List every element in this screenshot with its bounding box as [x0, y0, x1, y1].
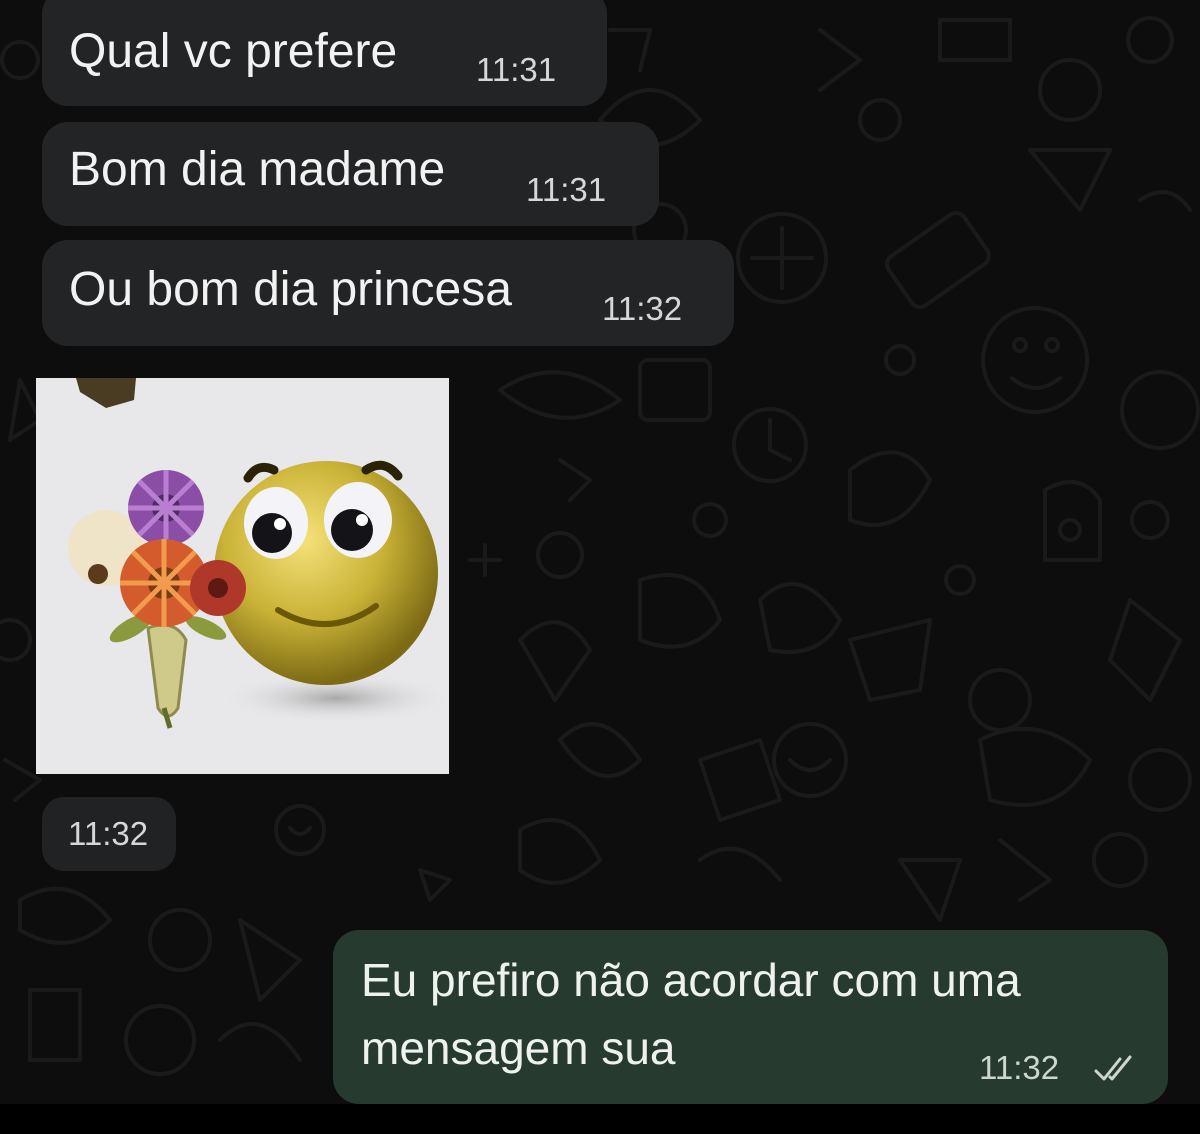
- message-text-line: mensagem sua: [361, 1022, 676, 1074]
- message-timestamp: 11:31: [476, 51, 557, 88]
- message-text: Qual vc prefere: [69, 25, 398, 78]
- bottom-bar: [0, 1104, 1200, 1134]
- image-timestamp-chip: 11:32: [42, 797, 176, 871]
- message-text-line: Eu prefiro não acordar com uma: [361, 954, 1021, 1006]
- incoming-message[interactable]: Ou bom dia princesa 11:32: [42, 240, 734, 346]
- double-check-icon: [1094, 1055, 1132, 1081]
- message-timestamp: 11:31: [526, 171, 607, 208]
- message-timestamp: 11:32: [602, 290, 683, 327]
- incoming-message[interactable]: Qual vc prefere 11:31: [42, 0, 607, 106]
- outgoing-message[interactable]: Eu prefiro não acordar com uma mensagem …: [333, 930, 1168, 1104]
- message-timestamp: 11:32: [979, 1049, 1060, 1086]
- message-text: Ou bom dia princesa: [69, 263, 512, 316]
- message-timestamp: 11:32: [68, 815, 149, 852]
- chat-area[interactable]: Qual vc prefere 11:31 Bom dia madame 11:…: [0, 0, 1200, 1104]
- sticker-image-message[interactable]: [36, 378, 449, 774]
- message-text: Bom dia madame: [69, 143, 446, 196]
- emoji-with-flowers-icon: [36, 378, 449, 774]
- incoming-message[interactable]: Bom dia madame 11:31: [42, 122, 659, 226]
